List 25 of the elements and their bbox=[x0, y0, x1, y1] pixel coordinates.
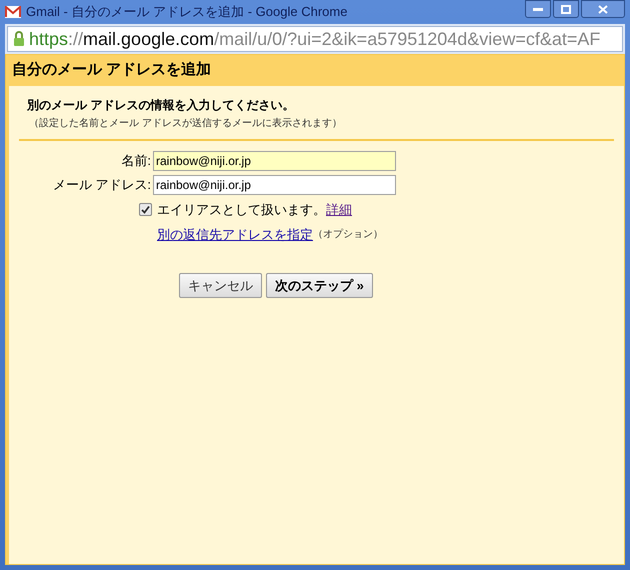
optional-note: （オプション） bbox=[313, 228, 383, 242]
minimize-button[interactable] bbox=[525, 0, 551, 18]
mail-icon bbox=[5, 6, 21, 18]
field-label: 名前: bbox=[120, 152, 152, 170]
url-text: https://mail.google.com/mail/u/0/?ui=2&ik=a57951204d&view=cf&at=AF bbox=[29, 28, 600, 51]
address-bar[interactable]: https://mail.google.com/mail/u/0/?ui=2&ik=a57951204d&view=cf&at=AF bbox=[7, 26, 623, 52]
details-link[interactable]: 詳細 bbox=[326, 200, 352, 220]
field-label: メール アドレス: bbox=[52, 176, 152, 194]
minimize-icon bbox=[533, 7, 543, 11]
dialog-heading: 別のメール アドレスの情報を入力してください。 bbox=[27, 97, 296, 114]
name-field[interactable]: rainbow@niji.or.jp bbox=[153, 151, 396, 171]
alias-checkbox[interactable] bbox=[139, 203, 152, 216]
lock-icon bbox=[13, 31, 25, 47]
close-icon bbox=[598, 4, 608, 14]
dialog-note: （設定した名前とメール アドレスが送信するメールに表示されます） bbox=[29, 116, 343, 131]
close-button[interactable] bbox=[581, 0, 625, 18]
dialog-title: 自分のメール アドレスを追加 bbox=[6, 55, 624, 86]
cancel-button[interactable]: キャンセル bbox=[179, 273, 262, 298]
maximize-button[interactable] bbox=[553, 0, 579, 18]
email-field[interactable]: rainbow@niji.or.jp bbox=[153, 175, 396, 195]
alias-label: エイリアスとして扱います。 bbox=[157, 201, 326, 219]
window-title: Gmail - 自分のメール アドレスを追加 - Google Chrome bbox=[26, 3, 348, 22]
reply-to-link[interactable]: 別の返信先アドレスを指定 bbox=[157, 224, 313, 244]
next-step-button[interactable]: 次のステップ » bbox=[266, 273, 373, 298]
maximize-icon bbox=[561, 4, 571, 14]
